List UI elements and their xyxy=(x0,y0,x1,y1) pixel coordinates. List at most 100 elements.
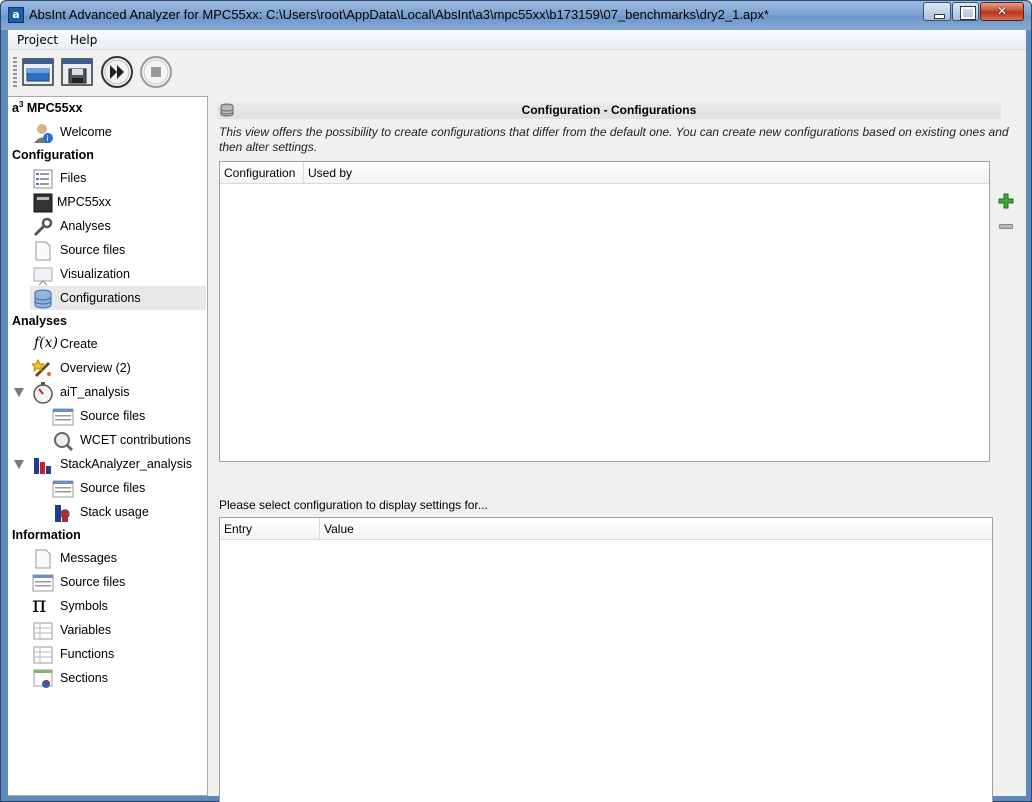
tree-item-variables[interactable]: Variables xyxy=(8,618,206,642)
tree-item-sections[interactable]: Sections xyxy=(8,666,206,690)
tree-item-label: Visualization xyxy=(60,267,130,281)
app-logo-icon: a xyxy=(8,7,24,23)
column-header-used-by[interactable]: Used by xyxy=(304,162,991,184)
welcome-user-icon: i xyxy=(34,124,53,143)
source-list-icon xyxy=(52,408,74,426)
sections-icon xyxy=(33,669,53,688)
tree-item-analyses-config[interactable]: Analyses xyxy=(8,214,206,238)
source-list-icon xyxy=(52,480,74,498)
client-area: Project Help a3 MPC55xx i Welcome Config… xyxy=(8,30,1026,802)
tree-item-info-source-files[interactable]: Source files xyxy=(8,570,206,594)
wrench-icon xyxy=(33,217,53,237)
stopwatch-icon xyxy=(33,382,53,404)
open-project-button[interactable] xyxy=(21,55,55,89)
tree-item-overview[interactable]: Overview (2) xyxy=(8,356,206,380)
section-analyses: Analyses xyxy=(12,314,67,328)
tree-item-label: Source files xyxy=(60,243,126,257)
table-header: Configuration Used by xyxy=(220,162,989,184)
svg-text:i: i xyxy=(47,134,49,143)
select-configuration-hint: Please select configuration to display s… xyxy=(219,498,488,512)
messages-document-icon xyxy=(35,549,51,569)
maximize-icon xyxy=(953,3,978,20)
tree-item-configurations[interactable]: Configurations xyxy=(30,286,206,310)
tree-item-label: StackAnalyzer_analysis xyxy=(60,457,193,471)
toolbar-grip[interactable] xyxy=(13,57,17,89)
column-header-entry[interactable]: Entry xyxy=(220,518,320,540)
remove-configuration-button[interactable] xyxy=(999,224,1013,230)
root-label: MPC55xx xyxy=(26,101,83,116)
document-icon xyxy=(35,241,51,261)
main-panel: Configuration - Configurations This view… xyxy=(209,96,1026,802)
open-project-icon xyxy=(22,58,54,86)
stop-icon xyxy=(140,56,172,88)
tree-item-mpc55xx[interactable]: MPC55xx xyxy=(8,190,206,214)
window-title: AbsInt Advanced Analyzer for MPC55xx: C:… xyxy=(29,7,769,22)
minimize-button[interactable] xyxy=(923,2,951,21)
page-title: Configuration - Configurations xyxy=(521,103,697,117)
tree-item-files[interactable]: Files xyxy=(8,166,206,190)
save-project-button[interactable] xyxy=(60,55,94,89)
functions-table-icon xyxy=(33,646,53,664)
pi-symbol-icon: π xyxy=(32,593,47,618)
close-icon: ✕ xyxy=(996,4,1008,18)
tree-item-functions[interactable]: Functions xyxy=(8,642,206,666)
column-header-value[interactable]: Value xyxy=(320,518,992,540)
tree-item-welcome[interactable]: i Welcome xyxy=(8,120,206,144)
tree-item-messages[interactable]: Messages xyxy=(8,546,206,570)
root-sup: 3 xyxy=(18,100,24,109)
function-fx-icon: f(x) xyxy=(34,335,59,351)
section-configuration: Configuration xyxy=(12,148,94,162)
tree-item-stack-usage[interactable]: Stack usage xyxy=(8,500,206,524)
tree-item-label: Symbols xyxy=(60,599,108,613)
tree-item-create[interactable]: f(x) Create xyxy=(8,332,206,356)
tree-item-label: Stack usage xyxy=(80,505,149,519)
stack-usage-icon xyxy=(55,505,70,522)
toolbar xyxy=(8,51,1026,95)
tree-item-label: MPC55xx xyxy=(57,195,112,209)
menu-project[interactable]: Project xyxy=(17,33,58,47)
view-header: Configuration - Configurations xyxy=(217,102,1001,119)
tree-item-source-files-config[interactable]: Source files xyxy=(8,238,206,262)
tree-item-label: Source files xyxy=(60,575,126,589)
run-analysis-button[interactable] xyxy=(100,55,134,89)
tree-root[interactable]: a3 MPC55xx xyxy=(12,100,82,115)
configurations-table[interactable]: Configuration Used by xyxy=(219,161,990,462)
tree-item-stack-source-files[interactable]: Source files xyxy=(8,476,206,500)
chip-icon xyxy=(33,193,53,213)
maximize-button[interactable] xyxy=(952,2,979,21)
tree-item-label: Analyses xyxy=(60,219,111,233)
tree-item-wcet-contributions[interactable]: WCET contributions xyxy=(8,428,206,452)
tree-item-stack-analysis[interactable]: StackAnalyzer_analysis xyxy=(8,452,206,476)
database-icon xyxy=(34,289,52,309)
tree-item-label: Source files xyxy=(80,481,146,495)
table-header: Entry Value xyxy=(220,518,992,540)
expand-arrow-icon[interactable] xyxy=(14,388,24,397)
tree-item-visualization[interactable]: Visualization xyxy=(8,262,206,286)
tree-item-ait-analysis[interactable]: aiT_analysis xyxy=(8,380,206,404)
section-information: Information xyxy=(12,528,81,542)
tree-item-label: WCET contributions xyxy=(80,433,191,447)
stop-analysis-button[interactable] xyxy=(139,55,173,89)
visualization-icon xyxy=(33,267,53,286)
tree-item-label: Functions xyxy=(60,647,115,661)
title-bar[interactable]: a AbsInt Advanced Analyzer for MPC55xx: … xyxy=(1,1,1031,30)
stack-bars-icon xyxy=(34,458,51,474)
source-list-icon xyxy=(32,574,54,592)
tree-item-symbols[interactable]: π Symbols xyxy=(8,593,206,618)
tree-item-label: Create xyxy=(60,337,98,351)
settings-table[interactable]: Entry Value xyxy=(219,517,993,802)
menu-help[interactable]: Help xyxy=(70,33,97,47)
tree-item-label: Overview (2) xyxy=(60,361,131,375)
magic-wand-icon xyxy=(32,358,51,378)
add-configuration-button[interactable] xyxy=(998,193,1014,209)
app-window: a AbsInt Advanced Analyzer for MPC55xx: … xyxy=(0,0,1032,802)
expand-arrow-icon[interactable] xyxy=(14,460,24,469)
column-header-configuration[interactable]: Configuration xyxy=(220,162,304,184)
tree-item-label: Sections xyxy=(60,671,108,685)
run-icon xyxy=(101,56,133,88)
close-button[interactable]: ✕ xyxy=(980,2,1024,21)
menu-bar: Project Help xyxy=(8,30,1026,50)
view-description: This view offers the possibility to crea… xyxy=(219,125,1009,154)
tree-item-label: aiT_analysis xyxy=(60,385,130,399)
tree-item-ait-source-files[interactable]: Source files xyxy=(8,404,206,428)
